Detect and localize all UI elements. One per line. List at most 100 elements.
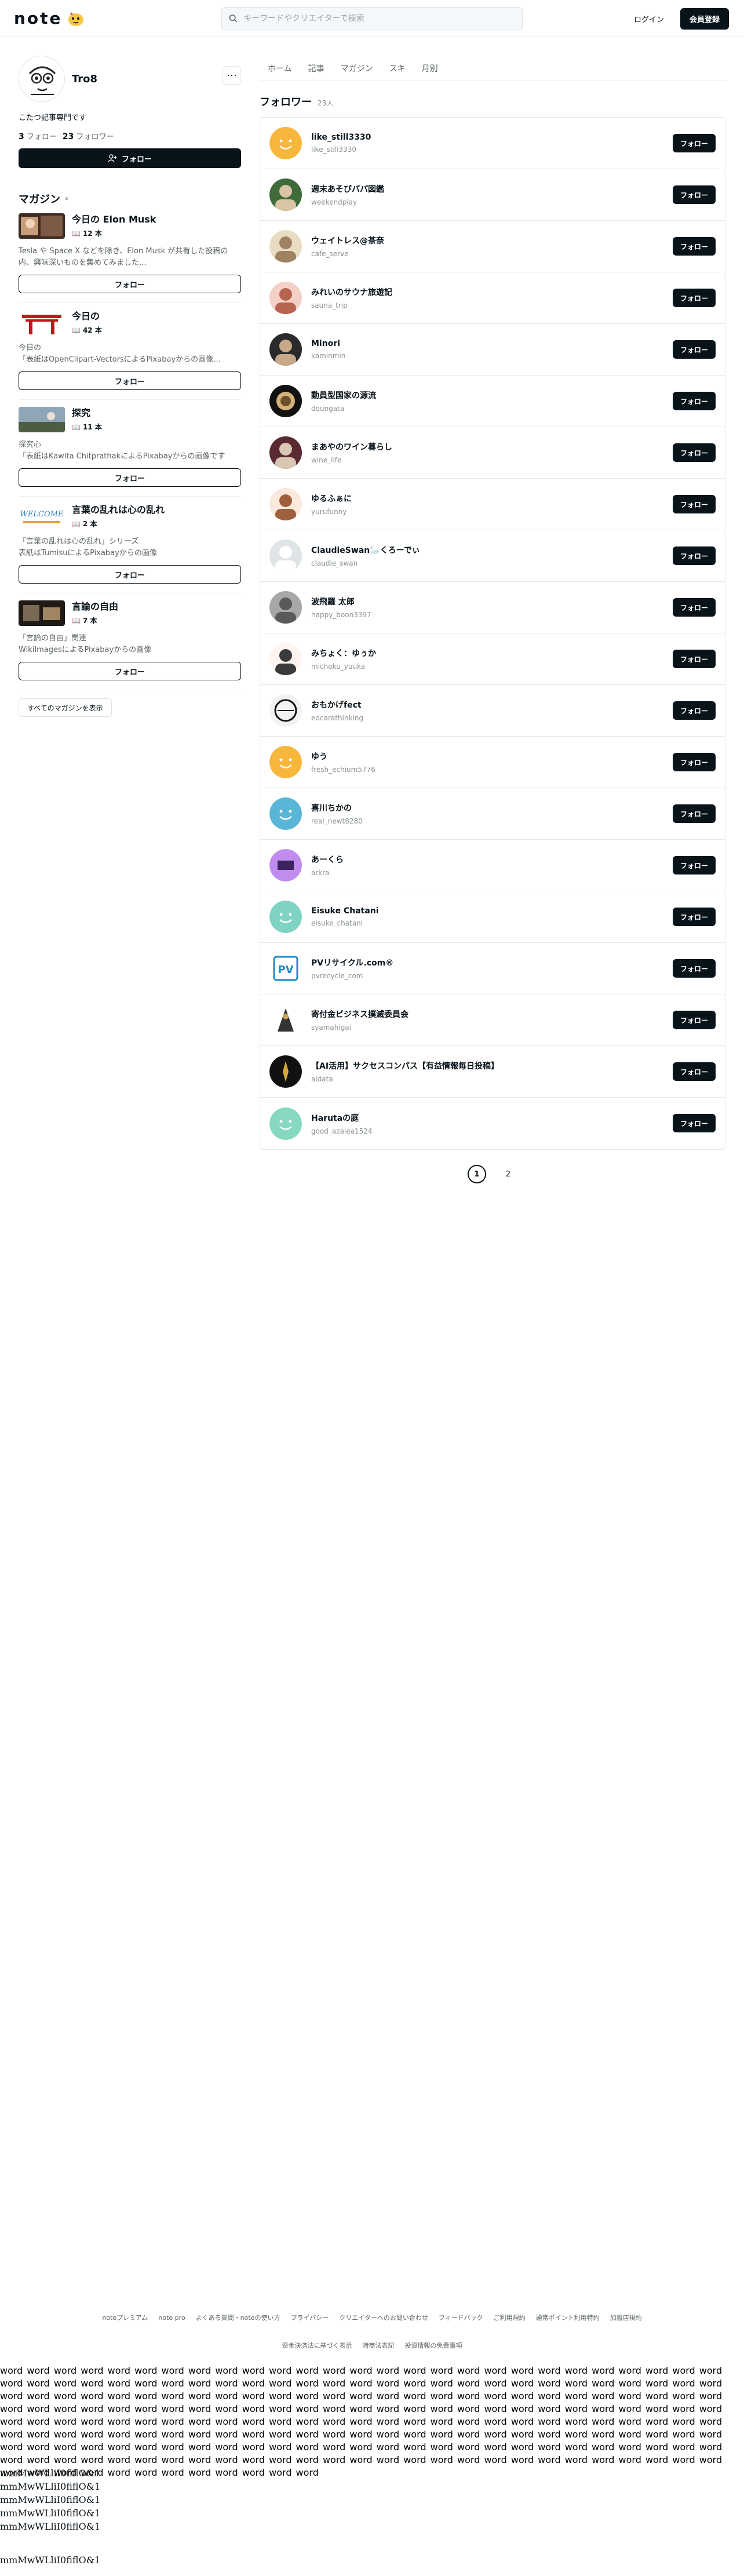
follower-row[interactable]: 動員型国家の源流 doungata フォロー bbox=[260, 376, 725, 427]
follower-follow-button[interactable]: フォロー bbox=[673, 959, 716, 978]
magazine-header[interactable]: 今日の 📖 42 本 bbox=[19, 310, 241, 336]
follower-row[interactable]: 【AI活用】サクセスコンパス【有益情報毎日投稿】 aidata フォロー bbox=[260, 1046, 725, 1098]
follower-avatar[interactable] bbox=[269, 178, 302, 211]
follower-row[interactable]: PV PVリサイクル.com® pvrecycle_com フォロー bbox=[260, 943, 725, 994]
follower-avatar[interactable]: PV bbox=[269, 952, 302, 985]
tab-monthly[interactable]: 月別 bbox=[422, 63, 438, 74]
page-1-button[interactable]: 1 bbox=[468, 1165, 486, 1183]
follower-name[interactable]: Eisuke Chatani bbox=[311, 906, 379, 916]
follower-avatar[interactable] bbox=[269, 436, 302, 469]
follower-avatar[interactable] bbox=[269, 1055, 302, 1088]
follower-avatar[interactable] bbox=[269, 127, 302, 159]
search-bar[interactable] bbox=[221, 7, 523, 30]
follower-row[interactable]: おもかげfect edcarathinking フォロー bbox=[260, 685, 725, 737]
follower-follow-button[interactable]: フォロー bbox=[673, 804, 716, 823]
footer-link[interactable]: クリエイターへのお問い合わせ bbox=[339, 2309, 428, 2327]
follower-avatar[interactable] bbox=[269, 797, 302, 830]
magazine-header[interactable]: 今日の Elon Musk 📖 12 本 bbox=[19, 213, 241, 239]
follower-follow-button[interactable]: フォロー bbox=[673, 753, 716, 771]
follower-follow-button[interactable]: フォロー bbox=[673, 1011, 716, 1029]
follower-name[interactable]: ClaudieSwan🦢くろーでぃ bbox=[311, 544, 420, 556]
tab-home[interactable]: ホーム bbox=[268, 63, 292, 74]
follower-row[interactable]: みれいのサウナ旅遊記 sauna_trip フォロー bbox=[260, 272, 725, 324]
magazine-follow-button[interactable]: フォロー bbox=[19, 468, 241, 487]
tab-likes[interactable]: スキ bbox=[389, 63, 406, 74]
footer-link[interactable]: 特商法表記 bbox=[363, 2337, 395, 2355]
footer-link[interactable]: noteプレミアム bbox=[102, 2309, 148, 2327]
follower-name[interactable]: おもかげfect bbox=[311, 699, 363, 711]
tab-magazines[interactable]: マガジン bbox=[341, 63, 373, 74]
footer-link[interactable]: よくある質問・noteの使い方 bbox=[196, 2309, 280, 2327]
following-count-link[interactable]: 3 フォロー bbox=[19, 130, 57, 141]
follower-row[interactable]: あーくら arkra フォロー bbox=[260, 840, 725, 891]
magazine-follow-button[interactable]: フォロー bbox=[19, 565, 241, 584]
follower-row[interactable]: Eisuke Chatani eisuke_chatani フォロー bbox=[260, 891, 725, 943]
follower-name[interactable]: みちょく：ゆぅか bbox=[311, 647, 376, 659]
magazine-section-title[interactable]: マガジン › bbox=[19, 191, 241, 206]
footer-link[interactable]: プライバシー bbox=[290, 2309, 329, 2327]
follower-row[interactable]: 波飛羅 太郎 happy_boon3397 フォロー bbox=[260, 582, 725, 633]
all-magazines-button[interactable]: すべてのマガジンを表示 bbox=[19, 698, 112, 717]
follower-name[interactable]: PVリサイクル.com® bbox=[311, 957, 393, 968]
footer-link[interactable]: フィードバック bbox=[439, 2309, 483, 2327]
follower-follow-button[interactable]: フォロー bbox=[673, 443, 716, 462]
follower-row[interactable]: ウェイトレス@茶奈 cafe_serve フォロー bbox=[260, 221, 725, 272]
footer-link[interactable]: 資金決済法に基づく表示 bbox=[282, 2337, 352, 2355]
follower-follow-button[interactable]: フォロー bbox=[673, 185, 716, 204]
follower-name[interactable]: ウェイトレス@茶奈 bbox=[311, 235, 384, 246]
follower-avatar[interactable] bbox=[269, 488, 302, 520]
follower-avatar[interactable] bbox=[269, 694, 302, 727]
follower-follow-button[interactable]: フォロー bbox=[673, 134, 716, 152]
follower-avatar[interactable] bbox=[269, 643, 302, 675]
footer-link[interactable]: note pro bbox=[158, 2309, 185, 2327]
follower-follow-button[interactable]: フォロー bbox=[673, 237, 716, 256]
magazine-header[interactable]: 言論の自由 📖 7 本 bbox=[19, 600, 241, 626]
follower-row[interactable]: Minori kaminmin フォロー bbox=[260, 324, 725, 376]
follower-row[interactable]: 週末あそびパパ図鑑 weekendplay フォロー bbox=[260, 169, 725, 221]
follower-follow-button[interactable]: フォロー bbox=[673, 650, 716, 668]
follower-name[interactable]: 動員型国家の源流 bbox=[311, 389, 376, 401]
follower-follow-button[interactable]: フォロー bbox=[673, 392, 716, 410]
follower-follow-button[interactable]: フォロー bbox=[673, 598, 716, 617]
follower-row[interactable]: ゆるふぁに yurufunny フォロー bbox=[260, 479, 725, 530]
follower-name[interactable]: Minori bbox=[311, 339, 345, 348]
follower-row[interactable]: みちょく：ゆぅか michoku_yuuka フォロー bbox=[260, 633, 725, 685]
follower-name[interactable]: あーくら bbox=[311, 854, 344, 865]
footer-link[interactable]: 通常ポイント利用特約 bbox=[536, 2309, 600, 2327]
footer-link[interactable]: 加盟店規約 bbox=[610, 2309, 642, 2327]
signup-button[interactable]: 会員登録 bbox=[680, 8, 729, 30]
magazine-header[interactable]: 探究 📖 11 本 bbox=[19, 407, 241, 432]
more-options-button[interactable]: ⋯ bbox=[223, 66, 241, 85]
follower-follow-button[interactable]: フォロー bbox=[673, 908, 716, 926]
follower-follow-button[interactable]: フォロー bbox=[673, 701, 716, 720]
search-input[interactable] bbox=[243, 14, 515, 23]
follower-avatar[interactable] bbox=[269, 333, 302, 366]
profile-avatar[interactable] bbox=[19, 56, 65, 102]
login-button[interactable]: ログイン bbox=[625, 8, 672, 30]
follower-avatar[interactable] bbox=[269, 282, 302, 314]
follower-row[interactable]: Harutaの庭 good_azalea1524 フォロー bbox=[260, 1098, 725, 1149]
magazine-follow-button[interactable]: フォロー bbox=[19, 662, 241, 680]
follower-row[interactable]: まあやのワイン暮らし wine_life フォロー bbox=[260, 427, 725, 479]
follower-name[interactable]: ゆう bbox=[311, 750, 375, 762]
follower-follow-button[interactable]: フォロー bbox=[673, 1114, 716, 1132]
note-logo[interactable]: note bbox=[14, 9, 86, 28]
follower-follow-button[interactable]: フォロー bbox=[673, 495, 716, 513]
follower-name[interactable]: ゆるふぁに bbox=[311, 493, 352, 504]
follower-name[interactable]: みれいのサウナ旅遊記 bbox=[311, 286, 392, 298]
follower-name[interactable]: 週末あそびパパ図鑑 bbox=[311, 183, 384, 195]
follower-avatar[interactable] bbox=[269, 230, 302, 263]
follower-name[interactable]: 【AI活用】サクセスコンパス【有益情報毎日投稿】 bbox=[311, 1060, 499, 1072]
follower-follow-button[interactable]: フォロー bbox=[673, 546, 716, 565]
follower-name[interactable]: 波飛羅 太郎 bbox=[311, 596, 371, 607]
page-2-button[interactable]: 2 bbox=[499, 1165, 517, 1183]
follower-avatar[interactable] bbox=[269, 849, 302, 881]
follower-avatar[interactable] bbox=[269, 591, 302, 624]
follower-follow-button[interactable]: フォロー bbox=[673, 1062, 716, 1081]
follower-avatar[interactable] bbox=[269, 385, 302, 417]
follower-row[interactable]: ClaudieSwan🦢くろーでぃ claudie_swan フォロー bbox=[260, 530, 725, 582]
profile-follow-button[interactable]: フォロー bbox=[19, 148, 241, 168]
follower-avatar[interactable] bbox=[269, 901, 302, 933]
follower-row[interactable]: 喜川ちかの real_newt8280 フォロー bbox=[260, 788, 725, 840]
follower-avatar[interactable] bbox=[269, 1107, 302, 1140]
